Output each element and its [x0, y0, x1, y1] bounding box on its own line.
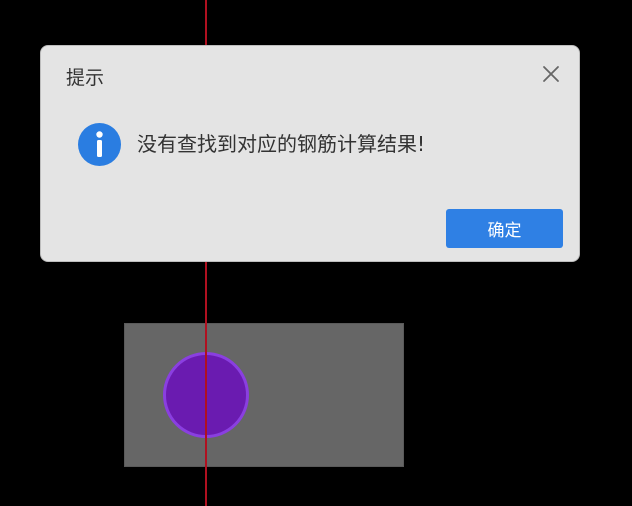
info-icon	[78, 123, 121, 166]
close-button[interactable]	[540, 63, 562, 85]
ok-button[interactable]: 确定	[446, 209, 563, 248]
close-icon	[543, 66, 559, 82]
dialog-title: 提示	[66, 67, 105, 89]
drawing-canvas: 提示 没有查找到对应的钢筋计算结果! 确定	[0, 0, 632, 506]
message-dialog: 提示 没有查找到对应的钢筋计算结果! 确定	[40, 45, 580, 262]
dialog-message: 没有查找到对应的钢筋计算结果!	[137, 132, 426, 156]
